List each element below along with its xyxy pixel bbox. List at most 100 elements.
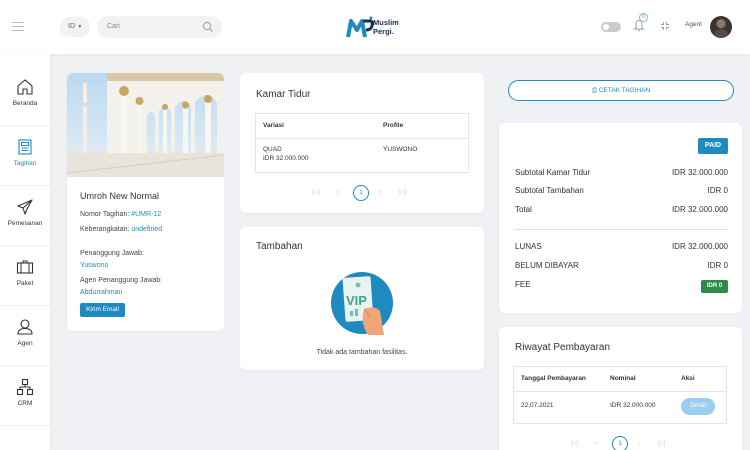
- package-card: Umroh New Normal Nomor Tagihan: #UMR-12 …: [67, 73, 224, 331]
- total-value: IDR 32.000.000: [671, 205, 728, 214]
- unpaid-label: BELUM DIBAYAR: [515, 261, 579, 270]
- agent-pic-label: Agen Penanggung Jawab:: [80, 277, 163, 284]
- first-page-button[interactable]: |◁: [571, 436, 578, 450]
- home-icon: [17, 79, 33, 95]
- departure-info: Keberangkatan: undefined: [80, 226, 162, 233]
- payments-table: Tanggal Pembayaran Nominal Aksi 22.07.20…: [513, 366, 727, 424]
- last-page-button[interactable]: ▷|: [658, 436, 665, 450]
- mosque-photo: [67, 73, 224, 177]
- first-page-button[interactable]: |◁: [312, 185, 319, 201]
- paid-label: LUNAS: [515, 242, 542, 251]
- fee-label: FEE: [515, 280, 531, 289]
- logo-line2: Pergi.: [373, 26, 394, 36]
- print-invoice-button[interactable]: ⎙ CETAK TAGIHAN: [508, 80, 734, 101]
- agent-icon: [17, 319, 33, 335]
- invoice-number-link[interactable]: #UMR-12: [131, 211, 161, 218]
- prev-page-button[interactable]: ‹: [595, 436, 597, 450]
- sidebar-item-crm[interactable]: CRM: [0, 366, 50, 426]
- sidebar-item-agen[interactable]: Agen: [0, 306, 50, 366]
- payments-pagination: |◁ ‹ 1 › ▷|: [571, 436, 671, 450]
- subtotal-room-label: Subtotal Kamar Tidur: [515, 168, 591, 177]
- agent-pic-value: Abdurrahman: [80, 289, 123, 296]
- crm-icon: [16, 378, 34, 396]
- sidebar-item-label: Beranda: [12, 100, 38, 107]
- logo-mark-icon: [346, 16, 374, 38]
- notification-badge: 0: [639, 13, 648, 22]
- profile-cell: YUSWONO: [383, 145, 418, 153]
- brand-logo[interactable]: Muslim Pergi.: [346, 15, 399, 41]
- room-variant: QUAD: [263, 145, 282, 153]
- search-icon: [202, 21, 213, 32]
- subtotal-room-value: IDR 32.000.000: [671, 168, 728, 177]
- language-value: ID: [68, 23, 75, 30]
- fee-badge: IDR 0: [701, 280, 728, 293]
- menu-icon[interactable]: [12, 22, 24, 32]
- sidebar-item-label: Paket: [16, 280, 34, 287]
- last-page-button[interactable]: ▷|: [399, 185, 406, 201]
- sidebar-item-label: Pemesanan: [7, 220, 43, 227]
- unpaid-value: IDR 0: [707, 261, 728, 270]
- next-page-button[interactable]: ›: [638, 436, 640, 450]
- theme-toggle[interactable]: [601, 22, 621, 32]
- departure-label: Keberangkatan:: [80, 226, 132, 233]
- column-header-profile: Profile: [376, 114, 468, 139]
- current-page-button[interactable]: 1: [353, 185, 369, 201]
- sidebar: Beranda Tagihan Pemesanan Paket Agen CRM: [0, 54, 50, 450]
- detail-button[interactable]: Detail: [681, 397, 715, 415]
- table-row: QUAD IDR 32.000.000 YUSWONO: [256, 138, 468, 170]
- payment-action: Detail: [674, 391, 726, 421]
- column-header-date: Tanggal Pembayaran: [514, 367, 603, 392]
- chevron-down-icon: ▼: [76, 24, 83, 30]
- vip-ticket-icon: VIP: [331, 272, 393, 335]
- fullscreen-icon[interactable]: [660, 21, 670, 31]
- payments-card: Riwayat Pembayaran Tanggal Pembayaran No…: [499, 327, 742, 450]
- subtotal-extra-value: IDR 0: [707, 186, 728, 195]
- search-input[interactable]: Cari: [97, 16, 222, 38]
- rooms-pagination: |◁ ‹ 1 › ▷|: [312, 185, 412, 201]
- sidebar-item-paket[interactable]: Paket: [0, 246, 50, 306]
- package-title: Umroh New Normal: [80, 191, 160, 201]
- column-header-action: Aksi: [674, 367, 726, 392]
- extras-empty-text: Tidak ada tambahan fasilitas.: [316, 349, 408, 356]
- extras-title: Tambahan: [256, 241, 303, 252]
- total-label: Total: [515, 205, 532, 214]
- invoice-number: Nomor Tagihan: #UMR-12: [80, 211, 161, 218]
- next-page-button[interactable]: ›: [379, 185, 381, 201]
- subtotal-extra-label: Subtotal Tambahan: [515, 186, 584, 195]
- top-header: ID ▼ Cari Muslim Pergi. 0 Agent: [0, 0, 750, 54]
- sidebar-item-pemesanan[interactable]: Pemesanan: [0, 186, 50, 246]
- user-role-label: Agent: [685, 21, 702, 28]
- invoice-number-label: Nomor Tagihan:: [80, 211, 132, 218]
- paid-value: IDR 32.000.000: [671, 242, 728, 251]
- pic-label: Penanggung Jawab:: [80, 250, 144, 257]
- column-header-variant: Variasi: [256, 114, 376, 139]
- table-row: 22.07.2021 IDR 32.000.000 Detail: [514, 391, 726, 421]
- divider: [514, 229, 728, 230]
- extras-card: Tambahan VIP Tidak ada tambahan fasilita…: [240, 227, 484, 370]
- vip-text: VIP: [346, 293, 367, 308]
- sidebar-item-label: Agen: [17, 340, 33, 347]
- rooms-card: Kamar Tidur Variasi Profile QUAD IDR 32.…: [240, 73, 484, 213]
- departure-value: undefined: [131, 226, 163, 233]
- print-invoice-label: CETAK TAGIHAN: [598, 87, 651, 94]
- package-icon: [16, 260, 34, 274]
- language-selector[interactable]: ID ▼: [60, 17, 90, 37]
- search-placeholder: Cari: [107, 23, 120, 30]
- sidebar-item-tagihan[interactable]: Tagihan: [0, 126, 50, 186]
- payment-amount: IDR 32.000.000: [610, 401, 656, 409]
- payment-date: 22.07.2021: [521, 401, 554, 409]
- logo-text: Muslim Pergi.: [373, 18, 399, 36]
- current-page-button[interactable]: 1: [612, 436, 628, 450]
- invoice-icon: [18, 139, 32, 155]
- rooms-title: Kamar Tidur: [256, 89, 311, 100]
- payments-title: Riwayat Pembayaran: [515, 342, 611, 353]
- send-email-button[interactable]: Kirim Email: [80, 303, 125, 317]
- print-icon: ⎙: [591, 87, 599, 94]
- sidebar-item-beranda[interactable]: Beranda: [0, 66, 50, 126]
- sidebar-item-label: Tagihan: [13, 160, 37, 167]
- rooms-table: Variasi Profile QUAD IDR 32.000.000 YUSW…: [255, 113, 469, 173]
- avatar[interactable]: [710, 16, 732, 38]
- variant-cell: QUAD IDR 32.000.000: [256, 138, 376, 170]
- column-header-amount: Nominal: [603, 367, 674, 392]
- prev-page-button[interactable]: ‹: [336, 185, 338, 201]
